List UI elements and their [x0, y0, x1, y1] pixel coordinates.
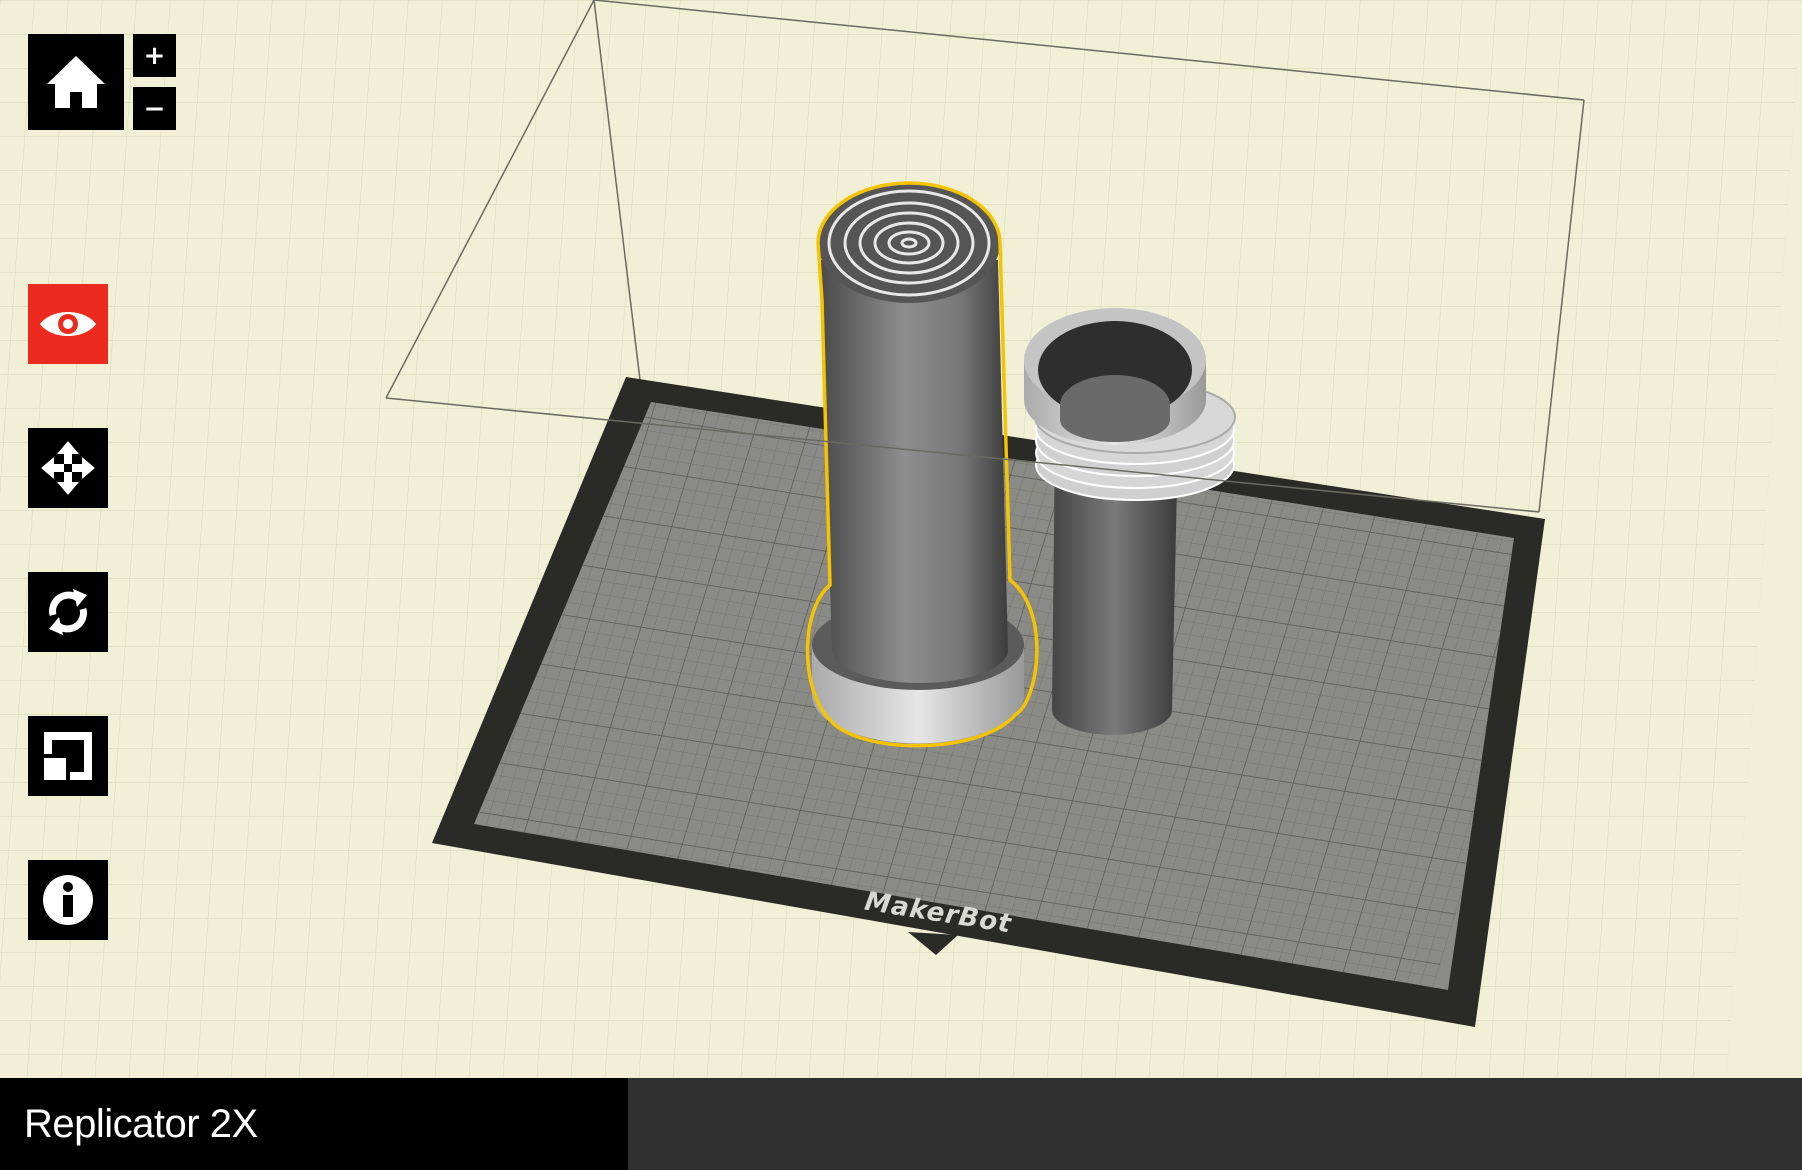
plus-icon: + [143, 40, 166, 71]
home-icon [47, 56, 105, 108]
printer-name: Replicator 2X [24, 1101, 258, 1146]
scale-tool-button[interactable] [28, 716, 108, 796]
object-info-button[interactable] [28, 860, 108, 940]
rotate-icon [49, 589, 87, 635]
status-bar: Replicator 2X [0, 1078, 1802, 1170]
rotate-tool-button[interactable] [28, 572, 108, 652]
zoom-out-button[interactable]: − [133, 87, 176, 130]
info-icon [43, 875, 93, 925]
move-tool-button[interactable] [28, 428, 108, 508]
move-arrows-icon [41, 441, 95, 495]
printer-selector[interactable]: Replicator 2X [0, 1078, 628, 1170]
3d-viewport[interactable]: MakerBot [0, 0, 1802, 1078]
scale-icon [44, 732, 92, 780]
eye-icon [40, 312, 96, 336]
zoom-in-button[interactable]: + [133, 34, 176, 77]
home-view-button[interactable] [28, 34, 124, 130]
look-tool-button[interactable] [28, 284, 108, 364]
minus-icon: − [143, 93, 166, 124]
